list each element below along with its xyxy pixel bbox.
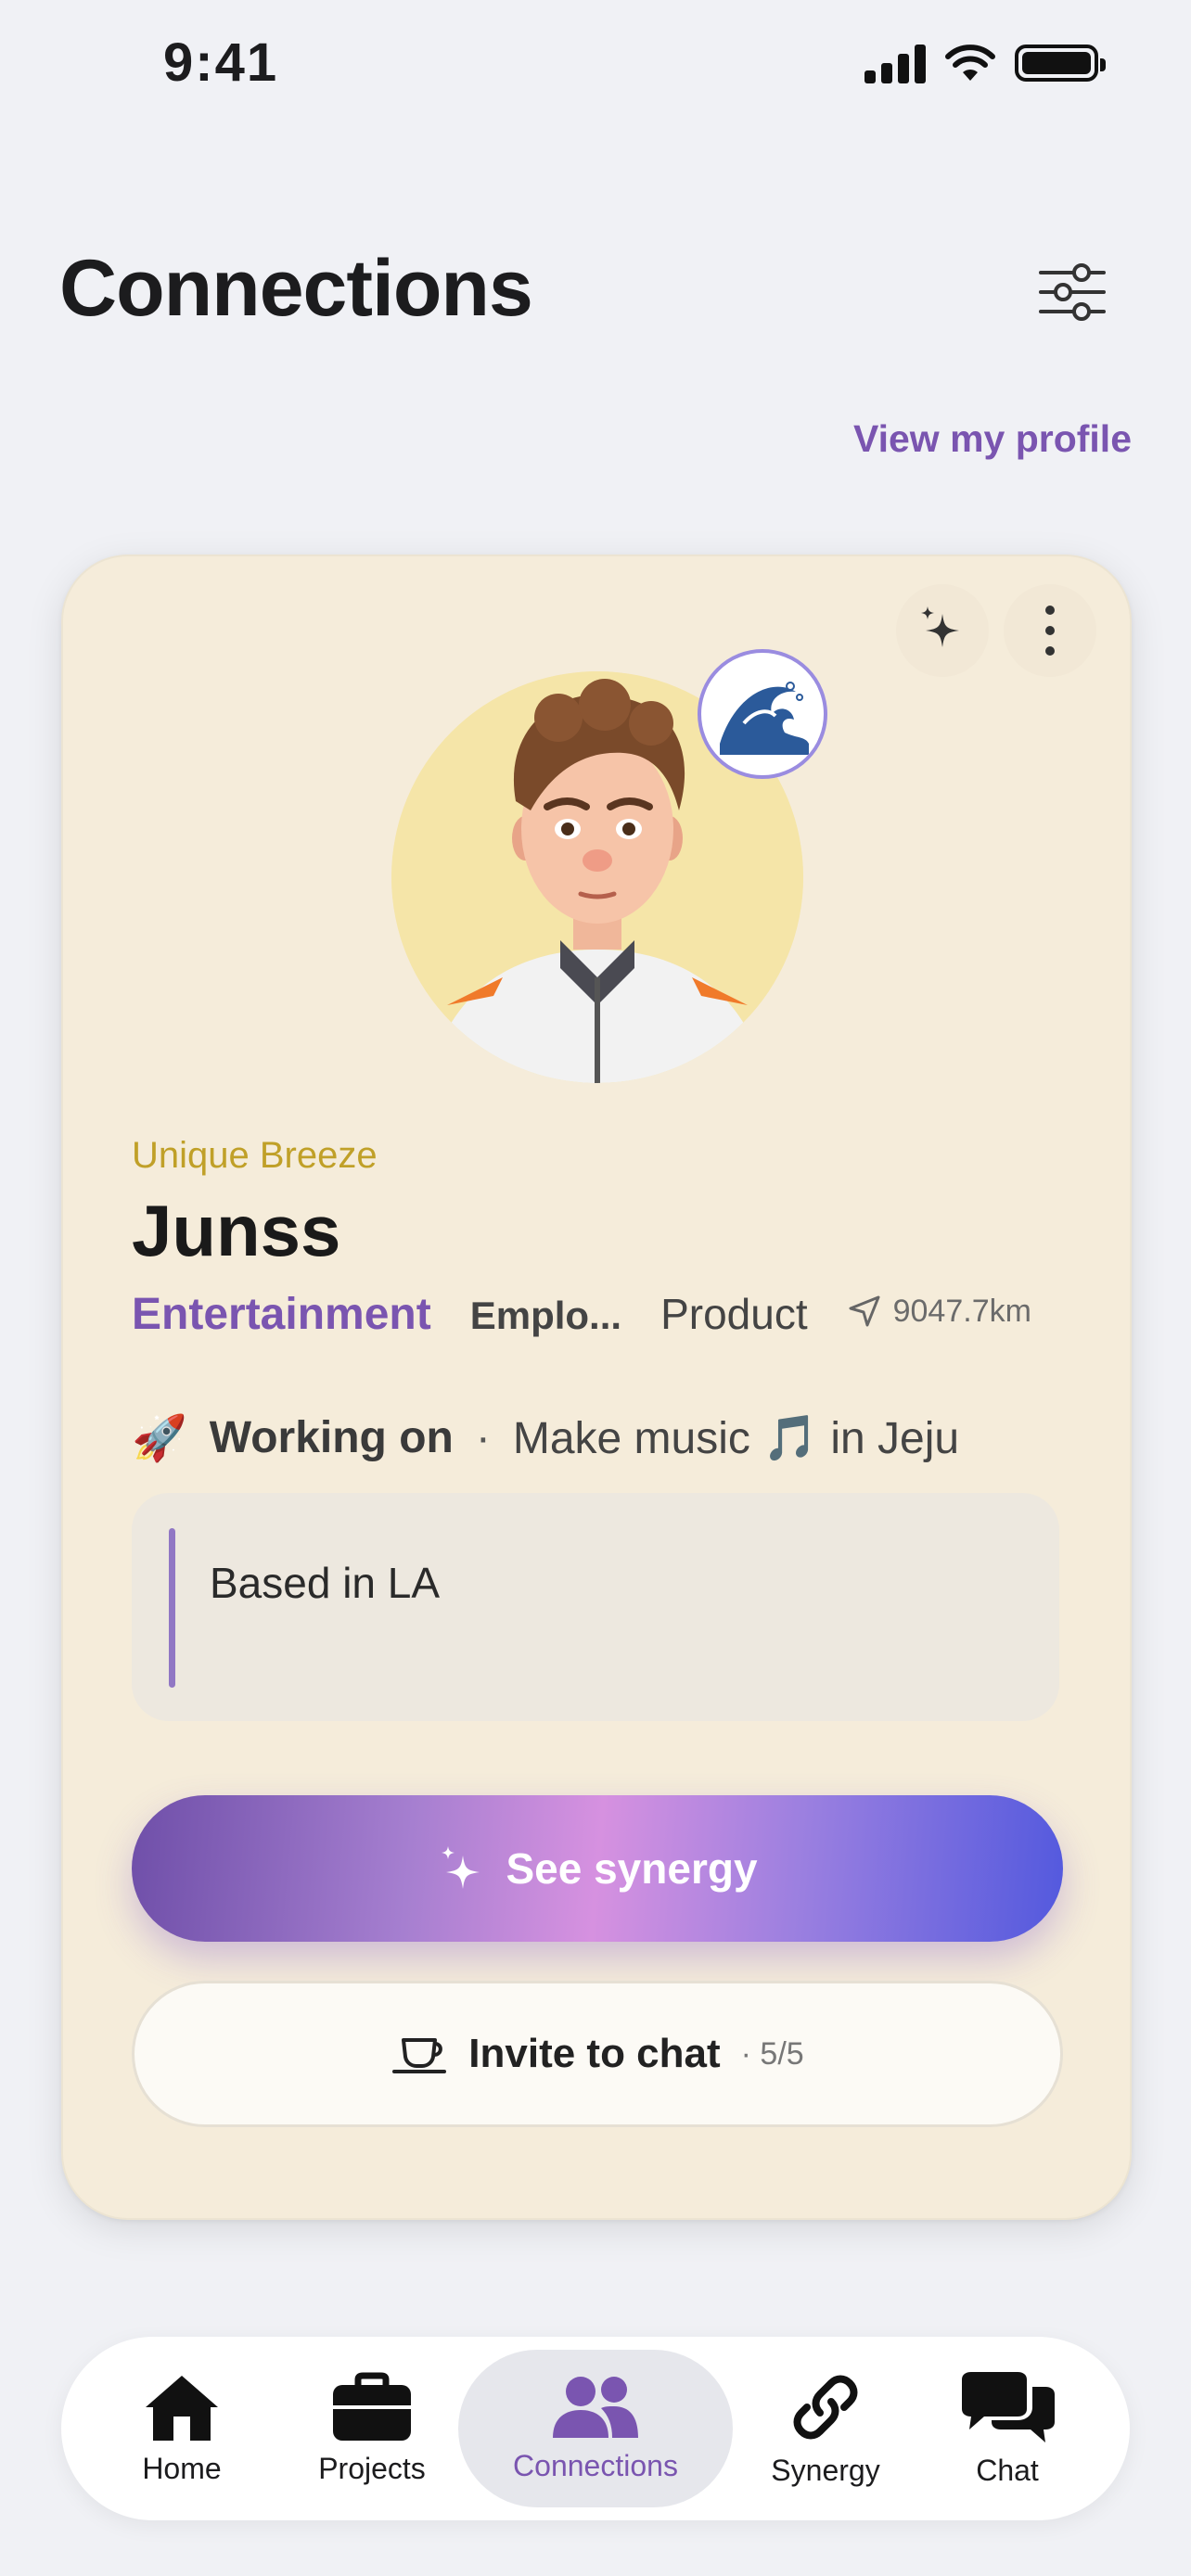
view-my-profile-link[interactable]: View my profile (853, 417, 1132, 461)
tab-label: Connections (513, 2448, 678, 2482)
tab-label: Projects (318, 2451, 426, 2485)
bio-text: Based in LA (210, 1559, 441, 1607)
invite-to-chat-label: Invite to chat (468, 2031, 721, 2076)
sparkle-icon (442, 1846, 480, 1889)
page-title: Connections (59, 244, 533, 333)
distance-value: 9047.7km (892, 1293, 1031, 1329)
rocket-icon: 🚀 (132, 1414, 187, 1463)
nickname: Unique Breeze (132, 1135, 378, 1176)
link-icon (793, 2375, 858, 2439)
chat-bubbles-icon (962, 2371, 1055, 2442)
people-icon (553, 2376, 638, 2438)
user-name: Junss (132, 1190, 341, 1271)
home-icon (146, 2375, 218, 2441)
status-icons (864, 43, 1106, 83)
status-bar: 9:41 (0, 0, 1191, 130)
location-arrow-icon (849, 1295, 880, 1327)
vertical-ellipsis-icon (1045, 606, 1055, 656)
sliders-icon (1039, 263, 1106, 321)
bio-box: Based in LA (132, 1493, 1059, 1721)
battery-icon (1015, 45, 1106, 82)
working-on-row: 🚀 Working on · Make music 🎵 in Jeju (132, 1411, 959, 1464)
sparkle-icon (921, 606, 959, 647)
profile-meta-row: Entertainment Emplo... Product 9047.7km (132, 1289, 1069, 1340)
bio-accent-bar (169, 1528, 175, 1688)
tab-projects[interactable]: Projects (284, 2350, 460, 2507)
tab-chat[interactable]: Chat (924, 2350, 1091, 2507)
coffee-cup-icon (392, 2038, 447, 2073)
status-time: 9:41 (163, 32, 279, 93)
see-synergy-button[interactable]: See synergy (132, 1795, 1063, 1942)
briefcase-icon (333, 2372, 411, 2441)
cellular-signal-icon (864, 43, 926, 83)
industry-tag: Entertainment (132, 1290, 431, 1339)
tab-connections[interactable]: Connections (458, 2350, 733, 2507)
sparkle-button[interactable] (896, 584, 989, 677)
role-tag: Product (660, 1290, 808, 1338)
invite-count: · 5/5 (740, 2035, 804, 2072)
bottom-tab-bar: Home Projects Connections Synergy Chat (61, 2337, 1130, 2520)
profile-card: Unique Breeze Junss Entertainment Emplo.… (61, 555, 1132, 2220)
wave-emoji-badge (698, 649, 827, 779)
tab-home[interactable]: Home (98, 2350, 265, 2507)
wave-icon (707, 658, 818, 770)
distance: 9047.7km (847, 1294, 1031, 1330)
wifi-icon (945, 45, 995, 81)
working-on-label: Working on (209, 1413, 454, 1462)
tab-synergy[interactable]: Synergy (733, 2350, 918, 2507)
more-options-button[interactable] (1004, 584, 1096, 677)
tab-label: Home (142, 2451, 222, 2485)
invite-to-chat-button[interactable]: Invite to chat · 5/5 (132, 1981, 1063, 2127)
filter-button[interactable] (1035, 260, 1109, 325)
tab-label: Synergy (771, 2453, 880, 2487)
working-on-separator: · (475, 1413, 491, 1462)
tab-label: Chat (976, 2453, 1039, 2487)
working-on-text: Make music 🎵 in Jeju (512, 1414, 960, 1463)
employment-tag: Emplo... (469, 1294, 622, 1337)
see-synergy-label: See synergy (506, 1844, 758, 1893)
